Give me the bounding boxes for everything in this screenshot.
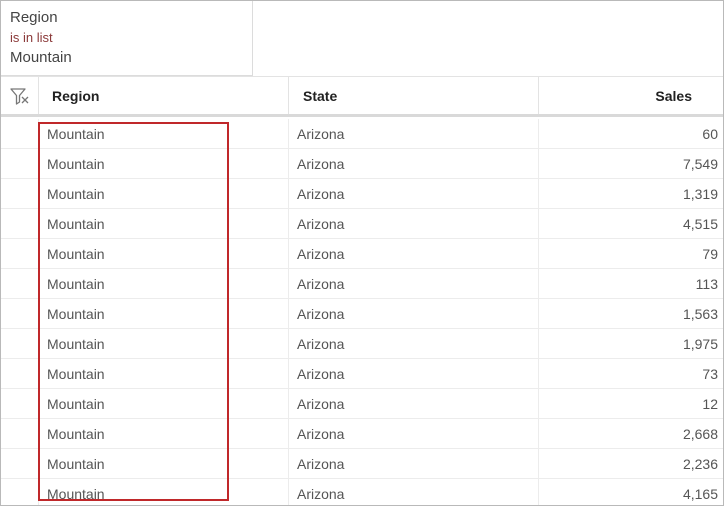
sales-cell: 12 [702, 395, 718, 412]
filter-operator: is in list [10, 30, 53, 45]
state-cell: Arizona [289, 239, 539, 268]
data-table: Region State Sales Mountain Arizona 60 Moun… [1, 76, 723, 505]
table-row[interactable]: Mountain Arizona 1,563 [1, 299, 723, 329]
state-cell: Arizona [289, 329, 539, 358]
sales-cell: 79 [702, 245, 718, 262]
region-cell: Mountain [39, 419, 289, 448]
row-gutter [1, 479, 39, 505]
row-gutter [1, 359, 39, 388]
table-row[interactable]: Mountain Arizona 73 [1, 359, 723, 389]
sales-cell: 60 [702, 125, 718, 142]
row-gutter [1, 329, 39, 358]
region-cell: Mountain [39, 119, 289, 148]
region-cell: Mountain [39, 449, 289, 478]
table-row[interactable]: Mountain Arizona 12 [1, 389, 723, 419]
column-header-region[interactable]: Region [39, 77, 289, 114]
state-cell: Arizona [289, 179, 539, 208]
filter-funnel-icon [9, 87, 28, 105]
row-gutter [1, 149, 39, 178]
state-cell: Arizona [289, 389, 539, 418]
state-cell: Arizona [289, 359, 539, 388]
table-header: Region State Sales [1, 76, 723, 117]
sales-cell: 73 [702, 365, 718, 382]
sales-cell: 4,515 [682, 215, 718, 232]
row-gutter [1, 389, 39, 418]
table-row[interactable]: Mountain Arizona 113 [1, 269, 723, 299]
sales-cell: 2,236 [682, 455, 718, 472]
state-cell: Arizona [289, 299, 539, 328]
state-cell: Arizona [289, 119, 539, 148]
sales-cell: 7,549 [682, 155, 718, 172]
table-row[interactable]: Mountain Arizona 4,515 [1, 209, 723, 239]
filter-card[interactable]: Region is in list Mountain [1, 1, 253, 76]
region-cell: Mountain [39, 299, 289, 328]
region-cell: Mountain [39, 359, 289, 388]
row-gutter [1, 119, 39, 148]
sales-cell: 4,165 [682, 485, 718, 502]
state-cell: Arizona [289, 449, 539, 478]
filter-value: Mountain [10, 49, 72, 66]
column-header-sales[interactable]: Sales [539, 77, 723, 114]
row-gutter [1, 299, 39, 328]
sales-cell: 1,563 [682, 305, 718, 322]
table-row[interactable]: Mountain Arizona 60 [1, 119, 723, 149]
region-cell: Mountain [39, 479, 289, 505]
table-row[interactable]: Mountain Arizona 1,975 [1, 329, 723, 359]
row-gutter [1, 449, 39, 478]
state-cell: Arizona [289, 149, 539, 178]
row-gutter [1, 419, 39, 448]
sales-cell: 1,975 [682, 335, 718, 352]
row-gutter [1, 269, 39, 298]
sales-cell: 2,668 [682, 425, 718, 442]
filter-toggle-button[interactable] [1, 77, 39, 114]
state-cell: Arizona [289, 479, 539, 505]
table-row[interactable]: Mountain Arizona 2,668 [1, 419, 723, 449]
state-cell: Arizona [289, 209, 539, 238]
table-body: Mountain Arizona 60 Mountain Arizona 7,549 Mou… [1, 117, 723, 505]
region-cell: Mountain [39, 389, 289, 418]
table-row[interactable]: Mountain Arizona 4,165 [1, 479, 723, 505]
table-row[interactable]: Mountain Arizona 79 [1, 239, 723, 269]
filter-field-name: Region [10, 9, 58, 26]
state-cell: Arizona [289, 269, 539, 298]
region-cell: Mountain [39, 149, 289, 178]
region-cell: Mountain [39, 329, 289, 358]
table-row[interactable]: Mountain Arizona 1,319 [1, 179, 723, 209]
table-row[interactable]: Mountain Arizona 7,549 [1, 149, 723, 179]
column-header-state[interactable]: State [289, 77, 539, 114]
sales-cell: 113 [695, 275, 718, 292]
region-cell: Mountain [39, 269, 289, 298]
report-view: Region is in list Mountain Region State … [0, 0, 724, 506]
row-gutter [1, 209, 39, 238]
table-row[interactable]: Mountain Arizona 2,236 [1, 449, 723, 479]
region-cell: Mountain [39, 239, 289, 268]
region-cell: Mountain [39, 209, 289, 238]
state-cell: Arizona [289, 419, 539, 448]
sales-cell: 1,319 [682, 185, 718, 202]
row-gutter [1, 239, 39, 268]
row-gutter [1, 179, 39, 208]
region-cell: Mountain [39, 179, 289, 208]
